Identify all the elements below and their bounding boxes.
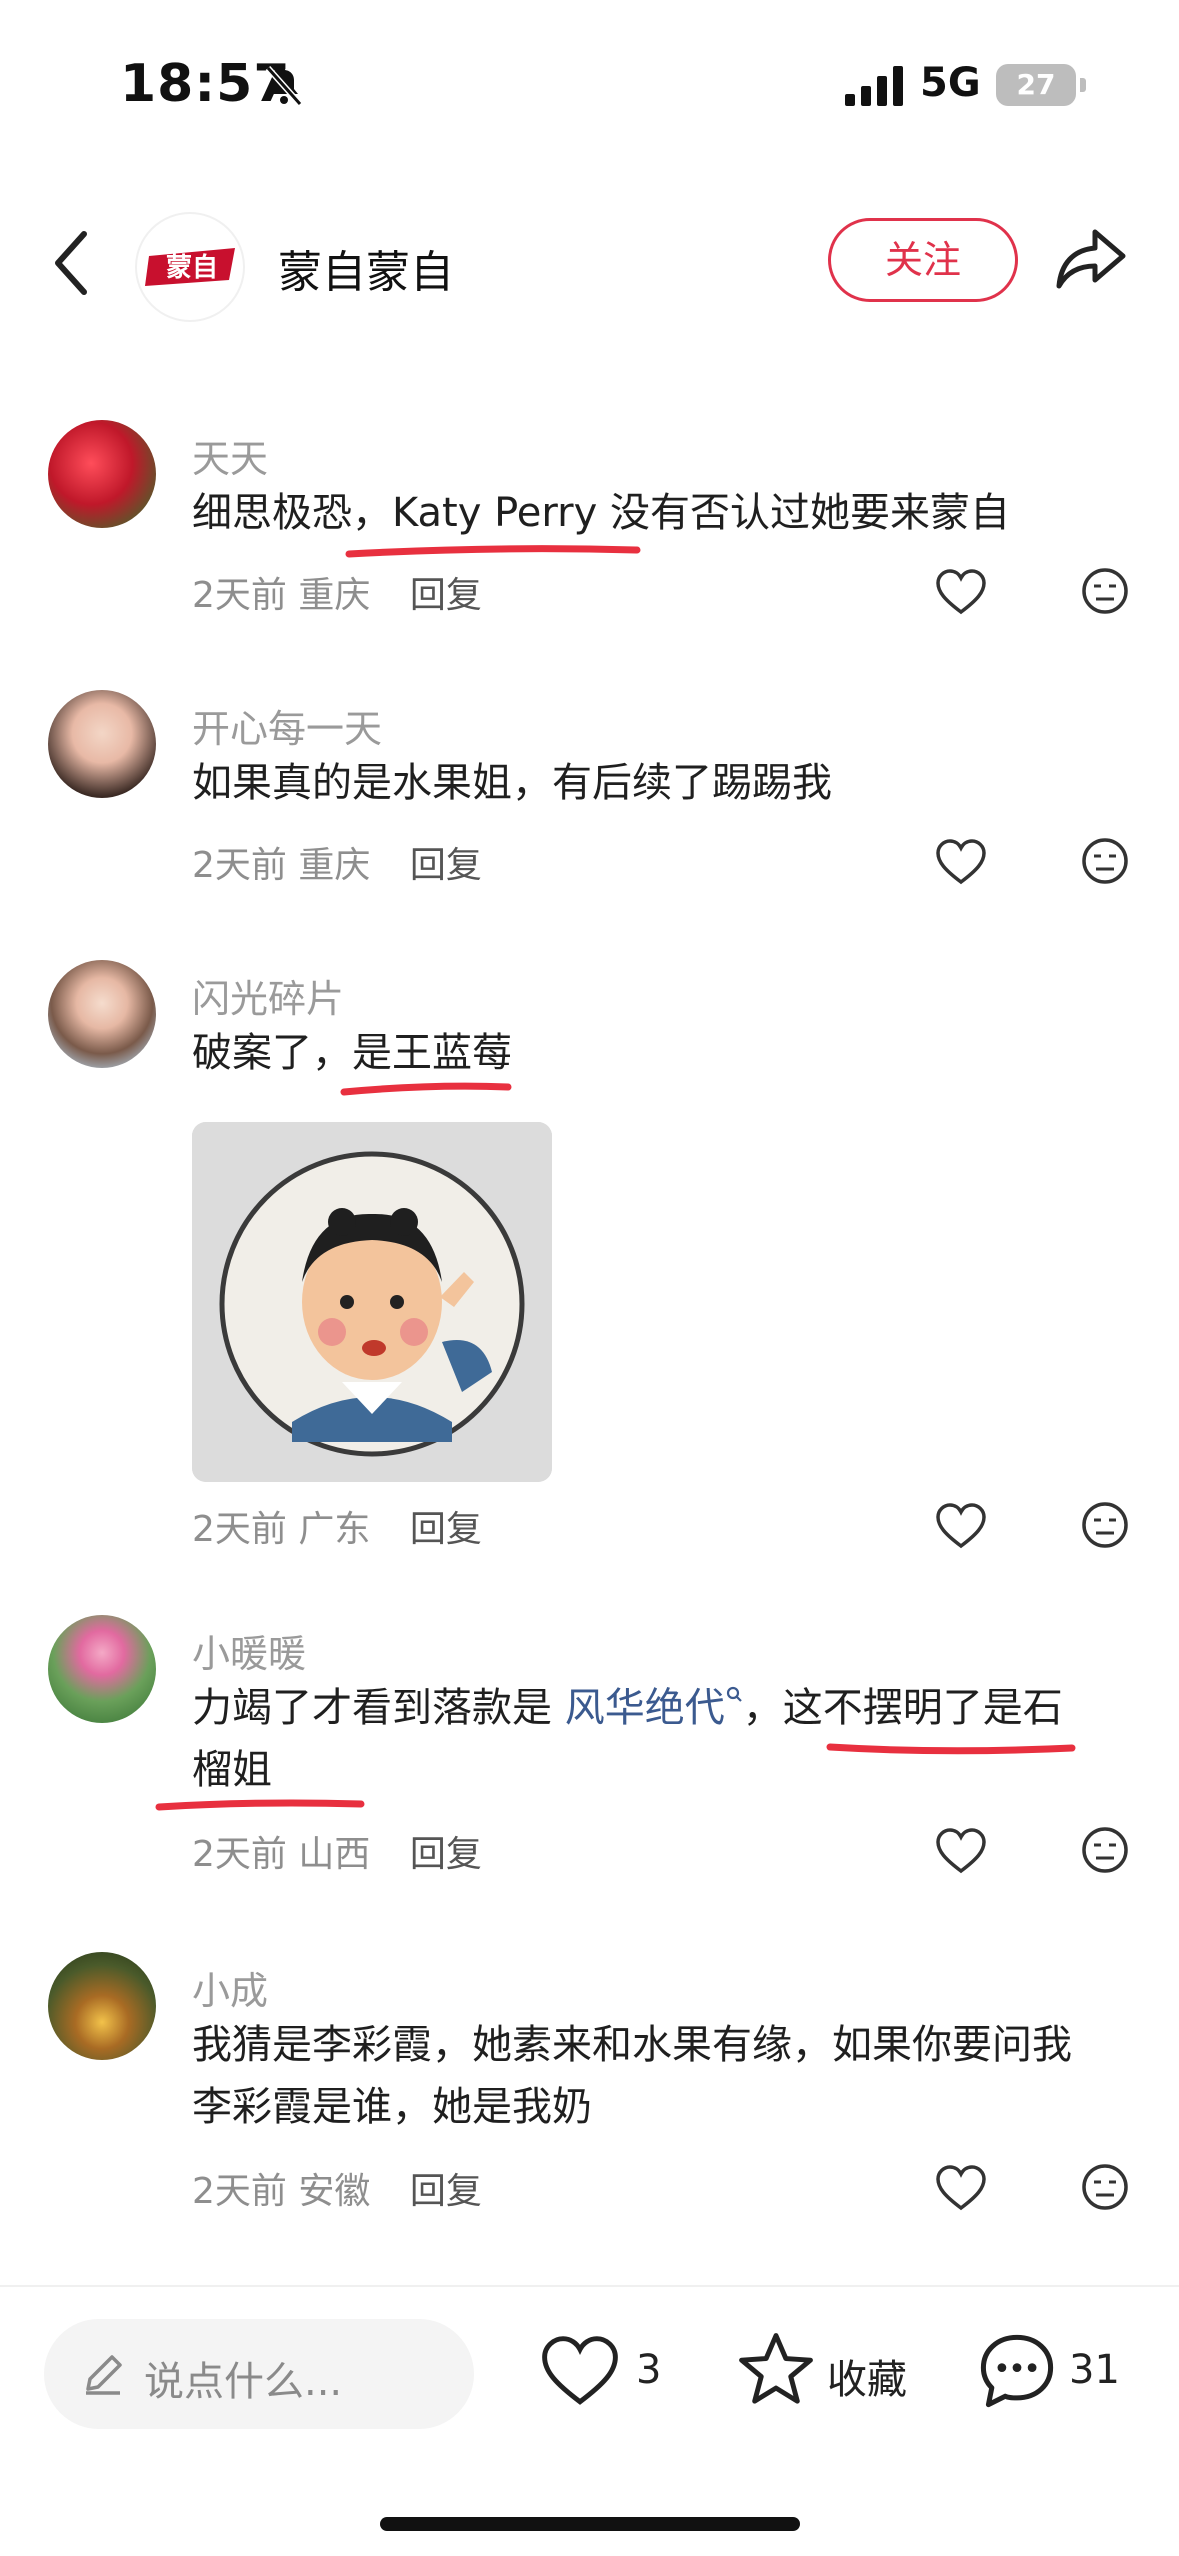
- comment-location: 重庆: [298, 575, 371, 616]
- reply-button[interactable]: 回复: [410, 1509, 482, 1550]
- cartoon-boy-image: [192, 1122, 552, 1482]
- user-avatar[interactable]: [48, 1615, 156, 1723]
- meh-face-icon[interactable]: [1080, 566, 1130, 616]
- follow-button[interactable]: 关注: [828, 218, 1018, 302]
- commenter-name[interactable]: 小暖暖: [192, 1623, 306, 1678]
- heart-icon[interactable]: [935, 1502, 987, 1550]
- comment-location: 广东: [298, 1509, 371, 1550]
- collect-button[interactable]: 收藏: [735, 2327, 915, 2417]
- comment-text: 如果真的是水果姐，有后续了踢踢我: [192, 760, 832, 806]
- comment-text: 细思极恐，Katy Perry 没有否认过她要来蒙自: [192, 490, 1010, 536]
- pencil-icon: [86, 2355, 122, 2395]
- battery-level: 27: [1016, 68, 1056, 101]
- comment-text-part: 李彩霞是谁，她是我奶: [192, 2084, 592, 2130]
- user-avatar[interactable]: [48, 420, 156, 528]
- comment-count: 31: [1069, 2347, 1120, 2393]
- heart-icon[interactable]: [935, 568, 987, 616]
- like-count: 3: [636, 2347, 662, 2393]
- collect-label: 收藏: [827, 2357, 907, 2403]
- comment-time: 2天前: [192, 575, 287, 616]
- commenter-name[interactable]: 小成: [192, 1960, 268, 2015]
- comment-image[interactable]: [192, 1122, 552, 1482]
- comment-time: 2天前: [192, 1834, 287, 1875]
- commenter-name[interactable]: 天天: [192, 428, 268, 483]
- mengzi-logo-icon: 蒙自: [145, 248, 235, 286]
- comment-text-part: ，这不摆明了是石: [742, 1685, 1063, 1731]
- author-avatar[interactable]: 蒙自: [135, 212, 245, 322]
- post-header: 蒙自 蒙自蒙自 关注: [0, 200, 1179, 330]
- meh-face-icon[interactable]: [1080, 836, 1130, 886]
- comment-location: 安徽: [298, 2171, 371, 2212]
- reply-button[interactable]: 回复: [410, 575, 482, 616]
- heart-icon[interactable]: [935, 2164, 987, 2212]
- comment-meta: 2天前 安徽 回复: [192, 2162, 482, 2214]
- comment-meta: 2天前 重庆 回复: [192, 566, 482, 618]
- status-bar: 18:57 5G 27: [0, 0, 1179, 170]
- reply-button[interactable]: 回复: [410, 2171, 482, 2212]
- comment-button[interactable]: 31: [975, 2327, 1155, 2417]
- home-indicator: [380, 2517, 800, 2531]
- search-link[interactable]: 风华绝代: [565, 1685, 725, 1731]
- comment-text-part: 我猜是李彩霞，她素来和水果有缘，如果你要问我: [192, 2022, 1072, 2068]
- comment-meta: 2天前 广东 回复: [192, 1500, 482, 1552]
- author-name[interactable]: 蒙自蒙自: [278, 236, 454, 300]
- star-icon: [739, 2333, 813, 2404]
- comment-text: 破案了，是王蓝莓: [192, 1030, 512, 1076]
- logo-text: 蒙自: [166, 252, 218, 283]
- comment-text-part: 力竭了才看到落款是: [192, 1685, 565, 1731]
- comment-time: 2天前: [192, 1509, 287, 1550]
- reply-button[interactable]: 回复: [410, 1834, 482, 1875]
- heart-icon[interactable]: [935, 838, 987, 886]
- bottom-action-bar: 说点什么... 3 收藏 31: [0, 2285, 1179, 2556]
- red-underline-mark: [826, 1743, 1076, 1755]
- heart-icon: [542, 2336, 618, 2405]
- comment-meta: 2天前 山西 回复: [192, 1825, 482, 1877]
- like-button[interactable]: 3: [540, 2327, 670, 2417]
- comment-text: 我猜是李彩霞，她素来和水果有缘，如果你要问我 李彩霞是谁，她是我奶: [192, 2014, 1127, 2138]
- meh-face-icon[interactable]: [1080, 1825, 1130, 1875]
- commenter-name[interactable]: 闪光碎片: [192, 968, 344, 1023]
- battery-nub: [1080, 78, 1086, 92]
- user-avatar[interactable]: [48, 1952, 156, 2060]
- comment-time: 2天前: [192, 845, 287, 886]
- comment-location: 山西: [298, 1834, 371, 1875]
- red-underline-mark: [155, 1799, 365, 1811]
- comment-meta: 2天前 重庆 回复: [192, 836, 482, 888]
- bell-off-icon: [265, 66, 303, 106]
- commenter-name[interactable]: 开心每一天: [192, 698, 382, 753]
- user-avatar[interactable]: [48, 690, 156, 798]
- red-underline-mark: [345, 545, 641, 558]
- user-avatar[interactable]: [48, 960, 156, 1068]
- signal-icon: [845, 66, 903, 106]
- chat-bubble-icon: [980, 2334, 1054, 2408]
- comment-location: 重庆: [298, 845, 371, 886]
- comment-time: 2天前: [192, 2171, 287, 2212]
- comment-input[interactable]: 说点什么...: [44, 2319, 474, 2429]
- comment-input-placeholder: 说点什么...: [144, 2359, 343, 2405]
- comment-text: 力竭了才看到落款是 风华绝代 ，这不摆明了是石 榴姐: [192, 1677, 1127, 1801]
- network-label: 5G: [920, 60, 981, 106]
- meh-face-icon[interactable]: [1080, 1500, 1130, 1550]
- reply-button[interactable]: 回复: [410, 845, 482, 886]
- search-icon[interactable]: [725, 1685, 743, 1707]
- battery-icon: 27: [996, 64, 1076, 106]
- share-icon[interactable]: [1055, 226, 1127, 292]
- back-arrow-icon[interactable]: [48, 228, 98, 298]
- red-underline-mark: [340, 1082, 512, 1096]
- comment-text-part: 榴姐: [192, 1747, 272, 1793]
- meh-face-icon[interactable]: [1080, 2162, 1130, 2212]
- heart-icon[interactable]: [935, 1827, 987, 1875]
